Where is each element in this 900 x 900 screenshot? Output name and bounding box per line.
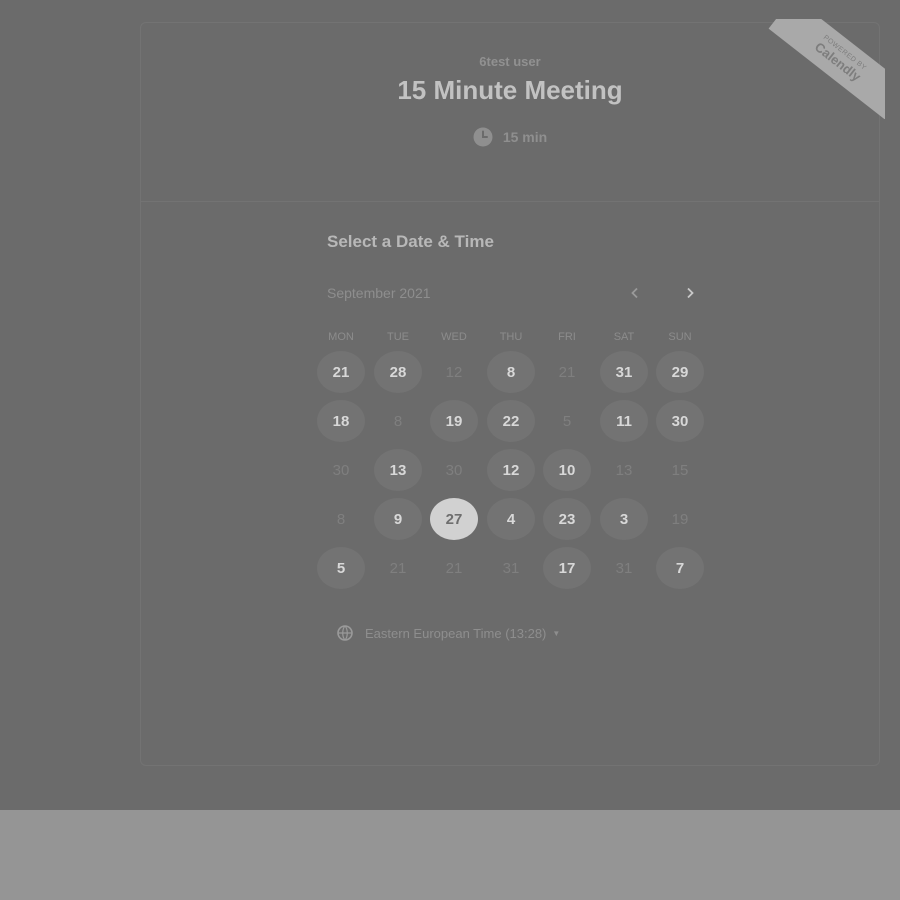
- calendar-day[interactable]: 17: [543, 547, 591, 589]
- calendar-day[interactable]: 13: [374, 449, 422, 491]
- calendar-day: 19: [671, 510, 689, 528]
- calendar-day[interactable]: 21: [317, 351, 365, 393]
- calendar-day[interactable]: 31: [600, 351, 648, 393]
- clock-icon: [473, 127, 493, 147]
- scheduling-card: 6test user 15 Minute Meeting 15 min POWE…: [140, 19, 885, 766]
- calendar-day[interactable]: 5: [317, 547, 365, 589]
- calendar-grid: 21 28 12 8 21 31 29 18 8 19 22 5 11 30 30 13 30 12 10 13 15 8…: [313, 350, 713, 600]
- previous-month-button[interactable]: [621, 281, 649, 309]
- calendar-day: 21: [445, 559, 463, 577]
- weekday-sun: SUN: [668, 331, 692, 343]
- calendar-day: 30: [332, 461, 350, 479]
- weekday-header: MON TUE WED THU FRI SAT SUN: [313, 331, 713, 349]
- calendar-day[interactable]: 9: [374, 498, 422, 540]
- month-label: September 2021: [327, 285, 431, 301]
- timezone-selector[interactable]: Eastern European Time (13:28) ▼: [337, 625, 560, 641]
- calendar-day[interactable]: 7: [656, 547, 704, 589]
- calendar-day: 31: [615, 559, 633, 577]
- weekday-tue: TUE: [387, 331, 409, 343]
- bottom-band: [0, 810, 900, 900]
- calendar-day[interactable]: 11: [600, 400, 648, 442]
- calendar-day: 21: [389, 559, 407, 577]
- weekday-fri: FRI: [558, 331, 576, 343]
- calendar-day: 5: [562, 412, 572, 430]
- calendar-day[interactable]: 30: [656, 400, 704, 442]
- calendar-day: 21: [558, 363, 576, 381]
- calendar-day: 12: [445, 363, 463, 381]
- calendar-day: 31: [502, 559, 520, 577]
- weekday-sat: SAT: [613, 331, 635, 343]
- calendar-day[interactable]: 8: [487, 351, 535, 393]
- calendar-day: 8: [336, 510, 346, 528]
- calendar-day: 8: [393, 412, 403, 430]
- globe-icon: [337, 625, 353, 641]
- calendar-day: 13: [615, 461, 633, 479]
- calendar-day[interactable]: 28: [374, 351, 422, 393]
- weekday-mon: MON: [328, 331, 354, 343]
- calendar-day[interactable]: 12: [487, 449, 535, 491]
- weekday-thu: THU: [499, 331, 523, 343]
- calendar-day[interactable]: 10: [543, 449, 591, 491]
- calendar-day[interactable]: 29: [656, 351, 704, 393]
- select-date-heading: Select a Date & Time: [327, 232, 494, 251]
- weekday-wed: WED: [441, 331, 467, 343]
- caret-down-icon: ▼: [552, 628, 561, 638]
- calendar-day[interactable]: 19: [430, 400, 478, 442]
- event-duration: 15 min: [141, 127, 879, 147]
- calendar-day: 30: [445, 461, 463, 479]
- powered-by-badge[interactable]: POWERED BY Calendly: [767, 19, 885, 119]
- calendar-day: 15: [671, 461, 689, 479]
- calendar-day[interactable]: 22: [487, 400, 535, 442]
- next-month-button[interactable]: [676, 281, 704, 309]
- calendar-day[interactable]: 3: [600, 498, 648, 540]
- selected-date[interactable]: 27: [430, 498, 478, 540]
- calendar-day[interactable]: 23: [543, 498, 591, 540]
- chevron-right-icon: [684, 286, 696, 304]
- chevron-left-icon: [629, 286, 641, 304]
- duration-label: 15 min: [502, 129, 548, 145]
- calendar-day[interactable]: 4: [487, 498, 535, 540]
- booking-page: 6test user 15 Minute Meeting 15 min POWE…: [0, 0, 900, 810]
- timezone-label: Eastern European Time (13:28): [365, 625, 547, 641]
- calendar-day[interactable]: 18: [317, 400, 365, 442]
